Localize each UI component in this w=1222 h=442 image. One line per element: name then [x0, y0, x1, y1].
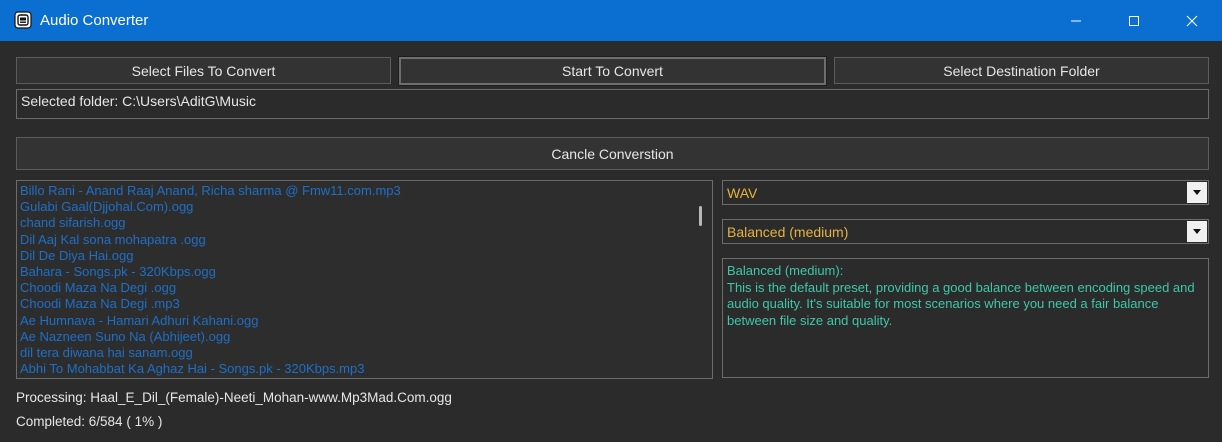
- list-item[interactable]: Gulabi Gaal(Djjohal.Com).ogg: [20, 199, 690, 215]
- app-window: Audio Converter Select Files To Convert …: [0, 0, 1222, 442]
- list-item[interactable]: Billo Rani - Anand Raaj Anand, Richa sha…: [20, 183, 690, 199]
- list-item[interactable]: Choodi Maza Na Degi .ogg: [20, 280, 690, 296]
- preset-description-heading: Balanced (medium):: [727, 263, 844, 278]
- selected-folder-display: Selected folder: C:\Users\AditG\Music: [16, 89, 1209, 119]
- format-dropdown-button[interactable]: [1187, 182, 1207, 203]
- maximize-icon: [1129, 15, 1139, 26]
- title-bar[interactable]: Audio Converter: [0, 0, 1222, 41]
- preset-description-body: This is the default preset, providing a …: [727, 279, 1195, 328]
- preset-dropdown-button[interactable]: [1187, 221, 1207, 242]
- list-item[interactable]: Dil De Diya Hai.ogg: [20, 248, 690, 264]
- app-icon: [14, 11, 32, 29]
- list-item[interactable]: Abhi To Mohabbat Ka Aghaz Hai - Songs.pk…: [20, 361, 690, 377]
- processing-status: Processing: Haal_E_Dil_(Female)-Neeti_Mo…: [16, 390, 452, 405]
- file-list[interactable]: Billo Rani - Anand Raaj Anand, Richa sha…: [16, 180, 713, 379]
- list-item[interactable]: dil tera diwana hai sanam.ogg: [20, 345, 690, 361]
- preset-select[interactable]: Balanced (medium): [722, 219, 1209, 244]
- list-item[interactable]: Choodi Maza Na Degi .mp3: [20, 296, 690, 312]
- preset-description: Balanced (medium): This is the default p…: [722, 258, 1209, 378]
- chevron-down-icon: [1193, 229, 1201, 234]
- start-convert-button[interactable]: Start To Convert: [398, 56, 827, 86]
- selected-folder-text: Selected folder: C:\Users\AditG\Music: [21, 93, 256, 109]
- cancel-conversion-button[interactable]: Cancle Converstion: [16, 137, 1209, 170]
- minimize-icon: [1071, 20, 1081, 21]
- list-item[interactable]: Ae Nazneen Suno Na (Abhijeet).ogg: [20, 329, 690, 345]
- close-icon: [1186, 15, 1198, 26]
- scrollbar-thumb[interactable]: [699, 206, 702, 226]
- chevron-down-icon: [1193, 190, 1201, 195]
- preset-select-value: Balanced (medium): [727, 224, 849, 240]
- window-title: Audio Converter: [40, 12, 149, 29]
- select-files-button[interactable]: Select Files To Convert: [16, 57, 391, 84]
- close-button[interactable]: [1163, 0, 1221, 41]
- format-select-value: WAV: [727, 185, 758, 201]
- list-item[interactable]: Bahara - Songs.pk - 320Kbps.ogg: [20, 264, 690, 280]
- list-item[interactable]: Ae Humnava - Hamari Adhuri Kahani.ogg: [20, 313, 690, 329]
- list-item[interactable]: chand sifarish.ogg: [20, 215, 690, 231]
- maximize-button[interactable]: [1105, 0, 1163, 41]
- file-list-scrollbar[interactable]: [690, 181, 712, 378]
- minimize-button[interactable]: [1047, 0, 1105, 41]
- completed-status: Completed: 6/584 ( 1% ): [16, 414, 163, 429]
- format-select[interactable]: WAV: [722, 180, 1209, 205]
- list-item[interactable]: Dil Aaj Kal sona mohapatra .ogg: [20, 232, 690, 248]
- select-destination-button[interactable]: Select Destination Folder: [834, 57, 1209, 84]
